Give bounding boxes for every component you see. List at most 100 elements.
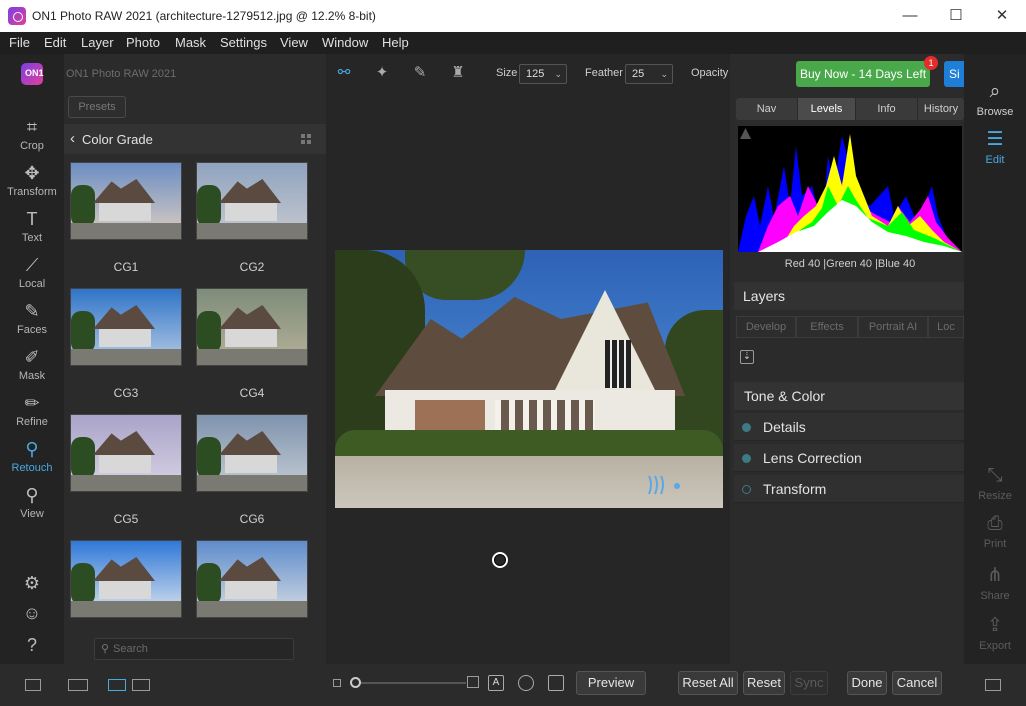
menu-file[interactable]: File <box>9 35 30 50</box>
menu-layer[interactable]: Layer <box>81 35 114 50</box>
clipping-view-icon[interactable] <box>548 675 564 691</box>
menu-view[interactable]: View <box>280 35 308 50</box>
clone-stamp-icon[interactable]: ♜ <box>448 63 468 83</box>
reset-button[interactable]: Reset <box>743 671 785 695</box>
compare-view-icon[interactable] <box>132 679 150 691</box>
maximize-button[interactable]: ☐ <box>933 0 979 32</box>
single-view-icon[interactable] <box>108 679 126 691</box>
tab-nav[interactable]: Nav <box>736 98 798 120</box>
section-lens-correction[interactable]: Lens Correction <box>734 444 964 472</box>
back-chevron-icon[interactable]: ‹ <box>70 130 75 147</box>
tab-effects[interactable]: Effects <box>796 316 858 338</box>
layers-header[interactable]: Layers <box>734 282 964 310</box>
preset-thumbnail[interactable] <box>70 162 182 240</box>
sign-in-button[interactable]: Si <box>944 61 964 87</box>
tool-text[interactable]: T Text <box>0 208 64 244</box>
filmstrip-icon[interactable] <box>68 679 88 691</box>
preview-button[interactable]: Preview <box>576 671 646 695</box>
tool-mask[interactable]: ✐ Mask <box>0 346 64 382</box>
search-input[interactable] <box>113 641 288 657</box>
transform-icon: ✥ <box>24 163 40 183</box>
tool-label: Mask <box>18 370 46 382</box>
retouch-brush-icon[interactable]: ✎ <box>410 63 430 83</box>
tool-crop[interactable]: ⌗ Crop <box>0 116 64 152</box>
preset-thumbnail[interactable] <box>196 288 308 366</box>
zoom-slider-knob[interactable] <box>350 677 361 688</box>
zoom-slider-track[interactable] <box>356 682 466 684</box>
tool-view[interactable]: ⚲ View <box>0 484 64 520</box>
menu-settings[interactable]: Settings <box>220 35 267 50</box>
grid-view-icon[interactable] <box>301 134 311 144</box>
opacity-label: Opacity <box>691 67 729 79</box>
zoom-in-icon[interactable] <box>467 676 479 688</box>
tone-color-title: Tone & Color <box>744 388 825 404</box>
toggle-right-panel-icon[interactable] <box>985 679 1001 691</box>
menu-window[interactable]: Window <box>322 35 368 50</box>
preset-thumbnail[interactable] <box>70 414 182 492</box>
module-share[interactable]: ⋔ Share <box>964 564 1026 602</box>
module-edit[interactable]: ☰ Edit <box>964 128 1026 166</box>
module-export[interactable]: ⇪ Export <box>964 614 1026 652</box>
sync-gear-button[interactable]: ⚙ <box>0 572 64 596</box>
section-details[interactable]: Details <box>734 413 964 441</box>
menu-photo[interactable]: Photo <box>126 35 160 50</box>
buy-now-button[interactable]: Buy Now - 14 Days Left <box>796 61 930 87</box>
add-layer-icon[interactable]: ⇣ <box>740 350 754 364</box>
image-canvas[interactable]: ⚯ ✦ ✎ ♜ Size 125 ⌄ Feather 25 ⌄ Opacity <box>326 54 730 706</box>
tone-color-header[interactable]: Tone & Color <box>734 382 964 410</box>
preset-thumbnail[interactable] <box>196 162 308 240</box>
preset-thumbnail[interactable] <box>196 414 308 492</box>
tab-portrait-ai[interactable]: Portrait AI <box>858 316 928 338</box>
cancel-button[interactable]: Cancel <box>892 671 942 695</box>
tool-faces[interactable]: ✎ Faces <box>0 300 64 336</box>
feather-dropdown[interactable]: 25 ⌄ <box>625 64 673 84</box>
crop-icon: ⌗ <box>26 117 38 137</box>
text-overlay-icon[interactable]: A <box>488 675 504 691</box>
tool-transform[interactable]: ✥ Transform <box>0 162 64 198</box>
minimize-button[interactable]: — <box>887 0 933 32</box>
module-tabs: Develop Effects Portrait AI Loc <box>736 316 964 338</box>
blemish-remover-icon[interactable]: ✦ <box>372 63 392 83</box>
mask-view-icon[interactable] <box>518 675 534 691</box>
notification-badge[interactable]: 1 <box>924 56 938 70</box>
module-print[interactable]: ⎙ Print <box>964 512 1026 550</box>
zoom-out-icon[interactable] <box>333 679 341 687</box>
tab-history[interactable]: History <box>918 98 964 120</box>
tab-local[interactable]: Loc <box>928 316 964 338</box>
presets-button[interactable]: Presets <box>68 96 126 118</box>
retouch-toolbar: ⚯ ✦ ✎ ♜ Size 125 ⌄ Feather 25 ⌄ Opacity <box>326 54 730 92</box>
module-resize[interactable]: ⤡ Resize <box>964 464 1026 502</box>
section-transform[interactable]: Transform <box>734 475 964 503</box>
sync-button[interactable]: Sync <box>790 671 828 695</box>
preset-thumbnail[interactable] <box>70 540 182 618</box>
enabled-dot-icon[interactable] <box>742 454 751 463</box>
tool-retouch[interactable]: ⚲ Retouch <box>0 438 64 474</box>
disabled-dot-icon[interactable] <box>742 485 751 494</box>
menu-edit[interactable]: Edit <box>44 35 66 50</box>
house-photo[interactable] <box>335 250 723 508</box>
done-button[interactable]: Done <box>847 671 887 695</box>
tool-local[interactable]: ⟋ Local <box>0 254 64 290</box>
enabled-dot-icon[interactable] <box>742 423 751 432</box>
perfect-eraser-icon[interactable]: ⚯ <box>334 63 354 83</box>
module-browse[interactable]: ⌕ Browse <box>964 80 1026 118</box>
help-button[interactable]: ? <box>0 634 64 658</box>
preset-thumbnail[interactable] <box>196 540 308 618</box>
close-button[interactable]: ✕ <box>979 0 1025 32</box>
menu-mask[interactable]: Mask <box>175 35 206 50</box>
size-dropdown[interactable]: 125 ⌄ <box>519 64 567 84</box>
preset-thumbnail[interactable] <box>70 288 182 366</box>
retouch-icon: ⚲ <box>25 439 39 459</box>
category-header[interactable]: ‹ Color Grade <box>64 124 326 154</box>
tab-levels[interactable]: Levels <box>798 98 856 120</box>
account-button[interactable]: ☺ <box>0 602 64 626</box>
user-icon: ☺ <box>22 603 42 623</box>
tab-info[interactable]: Info <box>856 98 918 120</box>
preset-search[interactable]: ⚲ <box>94 638 294 660</box>
tool-refine[interactable]: ✏ Refine <box>0 392 64 428</box>
menu-help[interactable]: Help <box>382 35 409 50</box>
export-icon: ⇪ <box>987 615 1003 636</box>
tab-develop[interactable]: Develop <box>736 316 796 338</box>
toggle-left-panel-icon[interactable] <box>25 679 41 691</box>
reset-all-button[interactable]: Reset All <box>678 671 738 695</box>
